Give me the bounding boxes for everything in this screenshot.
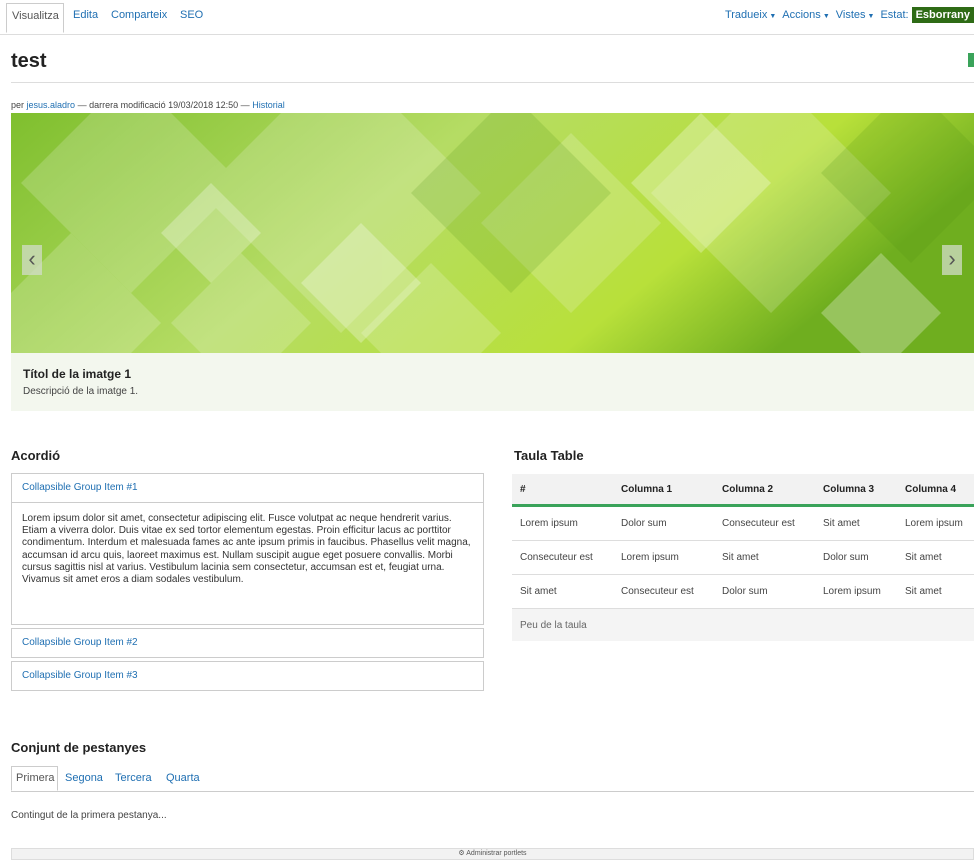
gear-icon: ⚙ [458, 850, 465, 857]
table-cell: Dolor sum [714, 574, 815, 609]
tab-visualitza[interactable]: Visualitza [6, 3, 64, 33]
table-cell: Sit amet [815, 505, 897, 541]
carousel-image [11, 113, 974, 353]
menu-accions[interactable]: Accions ▼ [782, 9, 829, 21]
history-link[interactable]: Historial [252, 100, 285, 110]
toolbar-menus: Tradueix ▼ Accions ▼ Vistes ▼ Estat: Esborra… [725, 7, 974, 23]
tab-visualitza-label: Visualitza [12, 10, 59, 22]
accordion-item: Collapsible Group Item #1 Lorem ipsum do… [11, 473, 484, 625]
status-badge: Esborrany [911, 7, 974, 23]
column-header: Columna 4 [897, 474, 974, 507]
table-footer-row: Peu de la taula [512, 608, 974, 641]
table-cell: Dolor sum [815, 540, 897, 575]
manage-portlets-button[interactable]: ⚙ Administrar portlets [11, 848, 974, 860]
add-button[interactable] [968, 53, 974, 67]
accordion-toggle-2[interactable]: Collapsible Group Item #2 [12, 629, 483, 657]
tab-set: Primera Segona Tercera Quarta [11, 766, 974, 792]
accordion-toggle-1[interactable]: Collapsible Group Item #1 [12, 474, 483, 502]
byline-modified: — darrera modificació 19/03/2018 12:50 — [77, 100, 250, 110]
menu-estat[interactable]: Estat: Esborrany [880, 7, 974, 23]
table-row: Lorem ipsum Dolor sum Consecuteur est Si… [512, 505, 974, 541]
edit-toolbar: Visualitza Edita Comparteix SEO Tradueix… [0, 0, 974, 35]
table-heading: Taula Table [514, 448, 584, 463]
tab-quarta[interactable]: Quarta [166, 772, 200, 784]
accordion-item: Collapsible Group Item #3 [11, 661, 484, 691]
tab-comparteix[interactable]: Comparteix [111, 9, 167, 21]
table-header-row: # Columna 1 Columna 2 Columna 3 Columna … [512, 474, 974, 507]
carousel-prev-button[interactable]: ‹ [22, 245, 42, 275]
table-cell: Sit amet [897, 574, 974, 609]
table-cell: Dolor sum [613, 505, 714, 541]
tab-seo[interactable]: SEO [180, 9, 203, 21]
table-cell: Sit amet [714, 540, 815, 575]
column-header: Columna 2 [714, 474, 815, 507]
caret-down-icon: ▼ [822, 13, 830, 20]
menu-accions-label: Accions [782, 9, 821, 21]
column-header: Columna 1 [613, 474, 714, 507]
caret-down-icon: ▼ [867, 13, 875, 20]
tab-segona[interactable]: Segona [65, 772, 103, 784]
column-header: Columna 3 [815, 474, 897, 507]
byline-prefix: per [11, 100, 25, 110]
tab-edita[interactable]: Edita [73, 9, 98, 21]
page-title: test [11, 50, 47, 72]
carousel-next-button[interactable]: › [942, 245, 962, 275]
table-cell: Sit amet [512, 574, 613, 609]
table-cell: Consecuteur est [512, 540, 613, 575]
image-carousel: ‹ › Títol de la imatge 1 Descripció de l… [11, 113, 974, 411]
caption-description: Descripció de la imatge 1. [23, 386, 139, 397]
column-header: # [512, 474, 613, 507]
caption-title: Títol de la imatge 1 [23, 367, 132, 381]
tab-tercera[interactable]: Tercera [115, 772, 152, 784]
table-cell: Consecuteur est [714, 505, 815, 541]
accordion: Collapsible Group Item #1 Lorem ipsum do… [11, 473, 484, 691]
menu-tradueix[interactable]: Tradueix ▼ [725, 9, 776, 21]
chevron-left-icon: ‹ [28, 246, 36, 271]
table-footer: Peu de la taula [512, 608, 974, 641]
accordion-body: Lorem ipsum dolor sit amet, consectetur … [12, 502, 483, 624]
menu-vistes-label: Vistes [835, 9, 866, 21]
divider [11, 82, 974, 83]
tab-primera[interactable]: Primera [11, 766, 58, 791]
table-cell: Lorem ipsum [512, 505, 613, 541]
table-cell: Lorem ipsum [897, 505, 974, 541]
data-table: # Columna 1 Columna 2 Columna 3 Columna … [512, 474, 974, 641]
author-link[interactable]: jesus.aladro [27, 100, 76, 110]
chevron-right-icon: › [948, 246, 956, 271]
accordion-toggle-3[interactable]: Collapsible Group Item #3 [12, 662, 483, 690]
tab-panel-content: Contingut de la primera pestanya... [11, 810, 167, 821]
accordion-heading: Acordió [11, 448, 61, 463]
table-cell: Sit amet [897, 540, 974, 575]
menu-vistes[interactable]: Vistes ▼ [836, 9, 875, 21]
accordion-item: Collapsible Group Item #2 [11, 628, 484, 658]
caret-down-icon: ▼ [769, 13, 777, 20]
carousel-caption: Títol de la imatge 1 Descripció de la im… [11, 353, 974, 411]
table-row: Consecuteur est Lorem ipsum Sit amet Dol… [512, 540, 974, 575]
byline: per jesus.aladro — darrera modificació 1… [11, 100, 285, 110]
menu-tradueix-label: Tradueix [724, 9, 768, 21]
tabs-heading: Conjunt de pestanyes [11, 740, 147, 755]
manage-portlets-label: Administrar portlets [466, 850, 527, 857]
table-cell: Lorem ipsum [815, 574, 897, 609]
table-cell: Consecuteur est [613, 574, 714, 609]
estat-label: Estat: [880, 9, 909, 21]
table-cell: Lorem ipsum [613, 540, 714, 575]
table-row: Sit amet Consecuteur est Dolor sum Lorem… [512, 574, 974, 609]
